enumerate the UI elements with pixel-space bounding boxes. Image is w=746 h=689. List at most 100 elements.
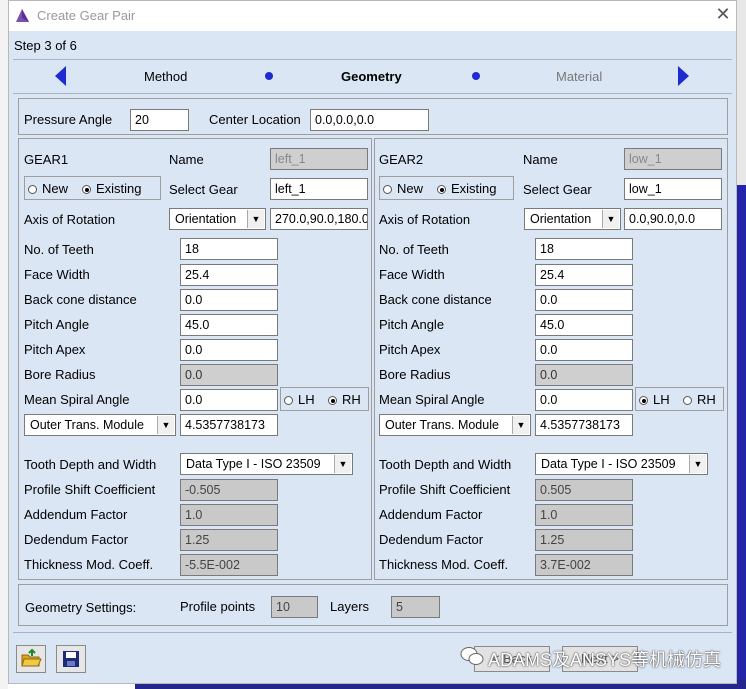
gear2-module-type-select[interactable]: Outer Trans. Module ▼ [379,414,531,436]
center-location-label: Center Location [209,112,301,127]
background-viewport-right [737,185,746,685]
gear2-thickness-label: Thickness Mod. Coeff. [379,557,509,572]
gear1-addendum-label: Addendum Factor [24,507,128,522]
gear1-data-type-select[interactable]: Data Type I - ISO 23509 ▼ [180,453,353,475]
gear2-name-field: low_1 [624,148,722,170]
gear2-existing-radio[interactable]: Existing [437,181,497,196]
desktop: Create Gear Pair ✕ Step 3 of 6 Method Ge… [0,0,746,689]
gear2-addendum-label: Addendum Factor [379,507,483,522]
radio-on-icon [639,396,648,405]
gear1-orientation-select[interactable]: Orientation ▼ [169,208,266,230]
gear1-bore-radius-field: 0.0 [180,364,278,386]
gear1-header: GEAR1 [24,152,69,167]
gear1-module-type-select[interactable]: Outer Trans. Module ▼ [24,414,176,436]
save-button[interactable] [56,645,86,673]
app-logo-icon [16,9,29,22]
gear1-pitch-angle-field[interactable]: 45.0 [180,314,278,336]
gear2-mean-spiral-field[interactable]: 0.0 [535,389,633,411]
gear2-data-type-select[interactable]: Data Type I - ISO 23509 ▼ [535,453,708,475]
divider [13,59,732,60]
gear1-mean-spiral-label: Mean Spiral Angle [24,392,130,407]
gear1-teeth-field[interactable]: 18 [180,238,278,260]
chevron-down-icon: ▼ [689,455,706,473]
gear2-mean-spiral-label: Mean Spiral Angle [379,392,485,407]
open-folder-icon [21,648,42,667]
gear1-axis-field[interactable]: 270.0,90.0,180.0 [270,208,368,230]
gear2-profile-shift-field: 0.505 [535,479,633,501]
next-step-arrow-icon[interactable] [678,66,689,86]
gear1-existing-label: Existing [96,181,142,196]
gear2-rh-label: RH [697,392,716,407]
gear2-back-cone-field[interactable]: 0.0 [535,289,633,311]
center-location-field[interactable]: 0.0,0.0,0.0 [310,109,429,131]
gear1-back-cone-field[interactable]: 0.0 [180,289,278,311]
gear2-bore-radius-field: 0.0 [535,364,633,386]
gear1-pitch-apex-field[interactable]: 0.0 [180,339,278,361]
gear1-bore-radius-label: Bore Radius [24,367,96,382]
gear2-pitch-apex-field[interactable]: 0.0 [535,339,633,361]
step-separator-dot-icon [472,72,480,80]
gear1-profile-shift-label: Profile Shift Coefficient [24,482,156,497]
geometry-settings-label: Geometry Settings: [25,600,137,615]
previous-step-arrow-icon[interactable] [55,66,66,86]
gear1-lh-radio[interactable]: LH [284,392,315,407]
gear1-dedendum-label: Dedendum Factor [24,532,129,547]
gear2-teeth-field[interactable]: 18 [535,238,633,260]
gear1-addendum-field: 1.0 [180,504,278,526]
gear2-rh-radio[interactable]: RH [683,392,716,407]
gear2-pitch-angle-field[interactable]: 45.0 [535,314,633,336]
gear1-dedendum-field: 1.25 [180,529,278,551]
gear1-tooth-depth-label: Tooth Depth and Width [24,457,157,472]
chevron-down-icon: ▼ [334,455,351,473]
gear1-thickness-field: -5.5E-002 [180,554,278,576]
tab-material[interactable]: Material [556,69,602,84]
gear2-profile-shift-label: Profile Shift Coefficient [379,482,511,497]
gear2-axis-field[interactable]: 0.0,90.0,0.0 [624,208,722,230]
open-file-button[interactable] [16,645,46,673]
floppy-disk-icon [63,651,79,667]
gear1-orientation-value: Orientation [175,212,237,226]
gear2-tooth-depth-label: Tooth Depth and Width [379,457,512,472]
gear1-lh-label: LH [298,392,315,407]
gear2-orientation-select[interactable]: Orientation ▼ [524,208,621,230]
gear1-mean-spiral-field[interactable]: 0.0 [180,389,278,411]
radio-on-icon [328,396,337,405]
gear1-face-width-field[interactable]: 25.4 [180,264,278,286]
gear2-select-gear-field[interactable]: low_1 [624,178,722,200]
layers-field: 5 [391,596,440,618]
radio-off-icon [383,185,392,194]
chevron-down-icon: ▼ [247,210,264,228]
radio-on-icon [82,185,91,194]
gear2-axis-label: Axis of Rotation [379,212,471,227]
gear2-lh-radio[interactable]: LH [639,392,670,407]
gear2-face-width-field[interactable]: 25.4 [535,264,633,286]
gear1-module-field[interactable]: 4.5357738173 [180,414,278,436]
layers-label: Layers [330,599,370,614]
gear2-dedendum-field: 1.25 [535,529,633,551]
radio-off-icon [683,396,692,405]
divider [13,632,732,633]
gear2-existing-label: Existing [451,181,497,196]
tab-method[interactable]: Method [144,69,187,84]
gear1-existing-radio[interactable]: Existing [82,181,142,196]
gear2-bore-radius-label: Bore Radius [379,367,451,382]
gear2-back-cone-label: Back cone distance [379,292,492,307]
wizard-panel: Step 3 of 6 Method Geometry Material Pre… [9,31,736,683]
gear1-rh-radio[interactable]: RH [328,392,361,407]
close-icon[interactable]: ✕ [713,4,733,24]
tab-geometry[interactable]: Geometry [341,69,402,84]
gear1-new-radio[interactable]: New [28,181,68,196]
gear1-profile-shift-field: -0.505 [180,479,278,501]
pressure-angle-field[interactable]: 20 [130,109,189,131]
gear2-dedendum-label: Dedendum Factor [379,532,484,547]
radio-off-icon [284,396,293,405]
gear1-name-field: left_1 [270,148,368,170]
gear1-select-gear-field[interactable]: left_1 [270,178,368,200]
profile-points-label: Profile points [180,599,256,614]
gear2-module-field[interactable]: 4.5357738173 [535,414,633,436]
gear1-pitch-apex-label: Pitch Apex [24,342,86,357]
gear2-pitch-apex-label: Pitch Apex [379,342,441,357]
gear1-face-width-label: Face Width [24,267,90,282]
gear2-new-radio[interactable]: New [383,181,423,196]
gear2-addendum-field: 1.0 [535,504,633,526]
